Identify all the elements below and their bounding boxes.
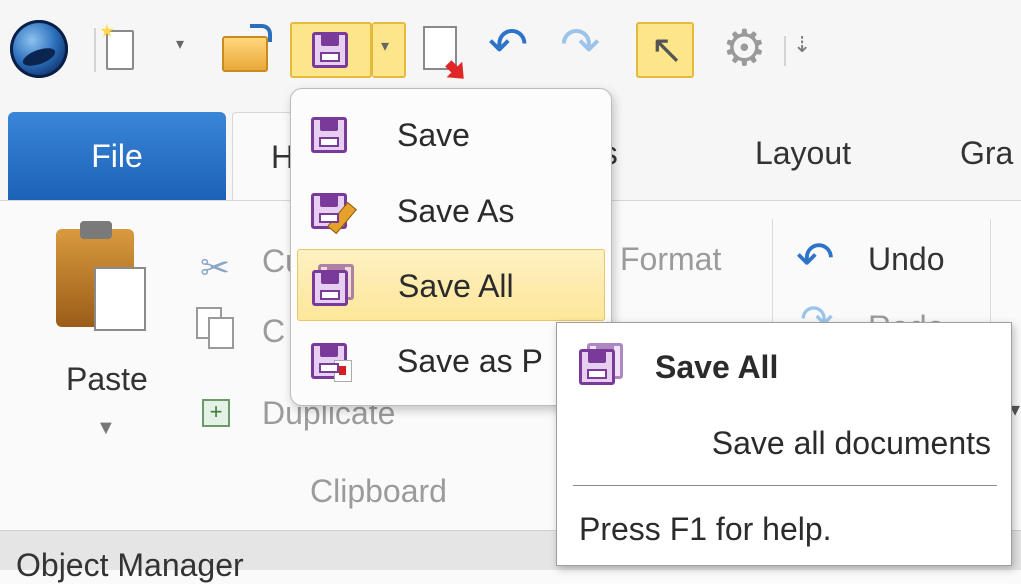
object-manager-label: Object Manager	[16, 547, 244, 583]
menu-item-save-all[interactable]: Save All	[297, 249, 605, 321]
clipboard-group-label: Clipboard	[310, 473, 447, 509]
chevron-down-icon: ▾	[381, 38, 390, 55]
undo-icon[interactable]: ↶	[796, 231, 835, 285]
scissors-icon: ✂	[200, 247, 231, 288]
menu-item-label: Save as P	[397, 343, 543, 379]
menu-item-save-as[interactable]: Save As	[297, 175, 605, 247]
new-document-dropdown-icon[interactable]: ▾	[176, 34, 184, 54]
save-dropdown-button[interactable]: ▾	[372, 22, 406, 78]
copy-button-label[interactable]: C	[262, 313, 285, 350]
floppy-icon	[311, 117, 347, 153]
save-button[interactable]	[290, 22, 372, 78]
pointer-icon: ↖	[650, 28, 684, 72]
tooltip-title: Save All	[655, 349, 779, 385]
tab-file[interactable]: File	[8, 112, 226, 200]
save-icon	[312, 32, 348, 68]
gear-icon[interactable]: ⚙	[722, 20, 767, 76]
redo-icon[interactable]: ↷	[560, 22, 600, 70]
undo-icon[interactable]: ↶	[488, 22, 528, 70]
export-icon[interactable]	[423, 26, 457, 70]
tooltip-separator	[573, 485, 997, 486]
app-logo-icon[interactable]	[10, 20, 68, 78]
tab-graphics[interactable]: Gra	[960, 106, 1021, 200]
menu-item-label: Save	[397, 117, 470, 153]
menu-item-label: Save All	[398, 268, 514, 304]
paste-button-label[interactable]: Paste	[66, 361, 148, 398]
undo-button-label[interactable]: Undo	[868, 241, 945, 278]
toolbar-separator	[784, 36, 786, 66]
save-all-tooltip: Save All Save all documents Press F1 for…	[556, 322, 1012, 566]
menu-item-save[interactable]: Save	[297, 99, 605, 171]
tooltip-help-text: Press F1 for help.	[579, 511, 832, 547]
open-folder-icon[interactable]	[222, 24, 272, 72]
floppy-stack-icon	[312, 270, 348, 306]
tooltip-description: Save all documents	[711, 425, 991, 461]
customize-toolbar-icon[interactable]: ⇣	[793, 32, 811, 58]
paste-dropdown-icon[interactable]: ▼	[96, 417, 116, 440]
pointer-tool-button[interactable]: ↖	[636, 22, 694, 78]
new-document-icon[interactable]	[106, 30, 134, 70]
floppy-stack-icon	[579, 349, 615, 385]
menu-item-label: Save As	[397, 193, 515, 229]
floppy-pencil-icon	[311, 193, 357, 235]
format-button-label[interactable]: Format	[620, 241, 721, 278]
floppy-pdf-icon	[311, 343, 352, 382]
tab-layout[interactable]: Layout	[738, 106, 868, 200]
duplicate-icon: +	[202, 399, 230, 427]
toolbar-separator	[94, 28, 96, 72]
copy-icon	[196, 307, 234, 349]
paste-icon[interactable]	[56, 221, 146, 331]
